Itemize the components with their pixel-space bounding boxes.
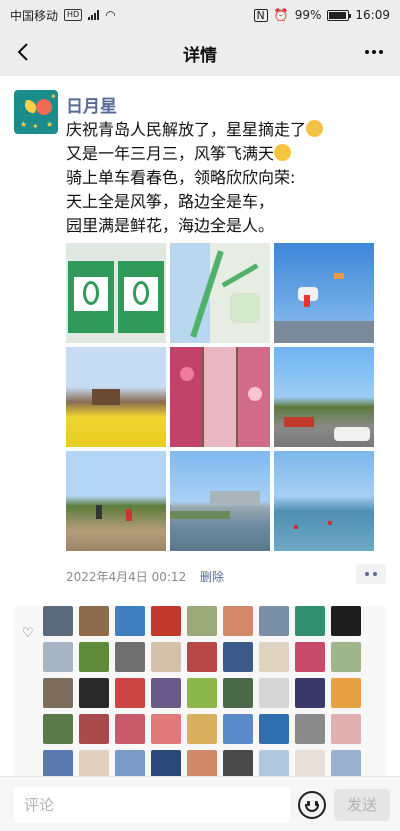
liker-avatar[interactable] [79,714,109,744]
liker-avatar[interactable] [223,642,253,672]
sun-icon [36,99,52,115]
alarm-icon: ⏰ [273,8,289,22]
signal-icon [88,10,100,20]
liker-avatar[interactable] [187,606,217,636]
clock: 16:09 [355,8,390,22]
battery-percent: 99% [294,8,322,22]
emoji-button[interactable] [298,791,326,819]
coastline-city-photo[interactable] [170,451,270,551]
timestamp: 2022年4月4日 00:12 [66,570,187,584]
page-title: 详情 [183,45,217,66]
liker-avatar[interactable] [151,606,181,636]
victory-hand-icon [306,120,324,137]
nav-bar: 详情 [0,30,400,76]
battery-icon [327,9,352,21]
more-button[interactable] [362,40,386,64]
post-line: 天上全是风筝，路边全是车， [66,192,275,211]
send-button[interactable]: 发送 [334,789,390,821]
liker-avatar[interactable] [187,714,217,744]
post-meta: 2022年4月4日 00:12 删除 [66,568,224,585]
bike-ride-stats-photo[interactable] [66,243,166,343]
parking-lot-photo[interactable] [274,347,374,447]
back-button[interactable] [12,40,36,64]
grin-face-icon [274,144,292,161]
dot-icon [373,572,377,576]
rapeseed-garden-photo[interactable] [66,347,166,447]
liker-avatar[interactable] [223,714,253,744]
chevron-left-icon [17,43,28,61]
liker-avatar[interactable] [187,678,217,708]
liker-avatar[interactable] [295,678,325,708]
smile-icon [305,804,319,812]
comment-bar: 评论 发送 [0,776,400,831]
liker-avatar[interactable] [151,714,181,744]
more-dot-icon [372,50,376,54]
liker-avatar[interactable] [223,678,253,708]
liker-avatar[interactable] [79,606,109,636]
hd-badge: HD [64,9,83,21]
post-text: 庆祝青岛人民解放了，星星摘走了 又是一年三月三，风筝飞满天 骑上单车看春色，领略… [66,118,386,238]
liker-avatar[interactable] [79,678,109,708]
peach-blossom-photo[interactable] [170,347,270,447]
post-line: 园里满是鲜花，海边全是人。 [66,216,275,235]
liker-avatar[interactable] [331,678,361,708]
liker-avatar[interactable] [295,642,325,672]
nfc-icon: N [253,8,268,22]
liker-avatar[interactable] [259,606,289,636]
liker-avatar[interactable] [43,714,73,744]
delete-link[interactable]: 删除 [200,570,224,584]
star-icon: ★ [20,120,28,129]
liker-avatar[interactable] [43,678,73,708]
kites-sky-photo[interactable] [274,243,374,343]
liker-avatar[interactable] [115,606,145,636]
park-people-photo[interactable] [66,451,166,551]
liker-avatar[interactable] [331,606,361,636]
liker-avatar[interactable] [151,642,181,672]
more-dot-icon [365,50,369,54]
carrier-label: 中国移动 [10,8,59,23]
heart-icon: ♡ [22,626,34,641]
liker-avatar[interactable] [295,714,325,744]
more-dot-icon [379,50,383,54]
wifi-icon: ◠ [105,8,116,22]
status-bar: 中国移动 HD ◠ N ⏰ 99% 16:09 [0,0,400,30]
liker-avatar[interactable] [43,606,73,636]
route-map-photo[interactable] [170,243,270,343]
liker-avatar[interactable] [187,642,217,672]
nickname[interactable]: 日月星 [66,92,117,117]
dot-icon [365,572,369,576]
comment-like-button[interactable] [356,564,386,584]
star-icon: ★ [46,120,54,129]
liker-avatar[interactable] [331,714,361,744]
liker-avatar[interactable] [259,714,289,744]
liker-avatar[interactable] [259,642,289,672]
beach-sea-photo[interactable] [274,451,374,551]
star-icon: ✦ [32,122,39,131]
comment-input[interactable]: 评论 [14,787,290,823]
liker-avatar[interactable] [115,714,145,744]
photo-grid [66,243,374,551]
avatar[interactable]: ★ ✦ ★ ✦ [14,90,58,134]
liker-avatar[interactable] [295,606,325,636]
post-line: 又是一年三月三，风筝飞满天 [66,144,275,163]
liker-avatar[interactable] [259,678,289,708]
liker-avatar[interactable] [151,678,181,708]
liker-avatar[interactable] [223,606,253,636]
liker-avatar[interactable] [331,642,361,672]
liker-avatar[interactable] [79,642,109,672]
post-line: 骑上单车看春色，领略欣欣向荣: [66,168,296,187]
moon-icon [20,100,36,116]
liker-avatar[interactable] [43,642,73,672]
liker-avatar[interactable] [115,678,145,708]
star-icon: ✦ [50,92,57,101]
post-line: 庆祝青岛人民解放了，星星摘走了 [66,120,307,139]
liker-avatar[interactable] [115,642,145,672]
